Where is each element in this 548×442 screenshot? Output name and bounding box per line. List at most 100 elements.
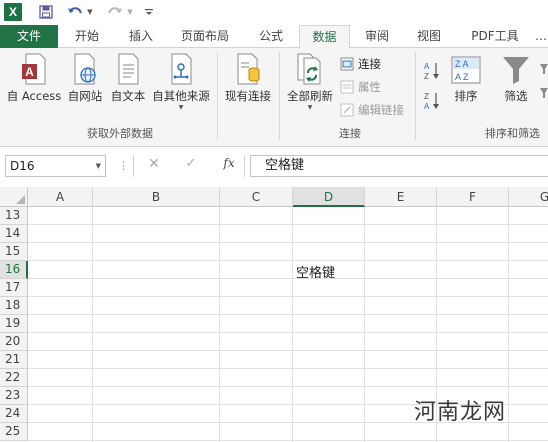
refresh-all-label: 全部刷新 [287,89,333,103]
chevron-down-icon[interactable]: ▼ [96,156,101,176]
row-header-18[interactable]: 18 [0,297,28,315]
enter-check-icon[interactable]: ✓ [183,156,199,174]
from-other-sources-label: 自其他来源 [152,89,210,103]
excel-logo-icon[interactable]: X [4,3,22,21]
gridline [28,260,548,261]
name-box[interactable]: D16 ▼ [5,155,106,177]
row-header-15[interactable]: 15 [0,243,28,261]
row-header-14[interactable]: 14 [0,225,28,243]
undo-icon[interactable] [66,3,84,21]
from-access-label: 自 Access [6,89,62,103]
filter-label: 筛选 [504,89,528,103]
divider [133,155,134,177]
column-header-g[interactable]: G [509,187,548,207]
undo-dropdown-icon[interactable]: ▼ [86,3,94,21]
text-file-icon [118,53,139,85]
from-other-sources-button[interactable]: 自其他来源 ▼ [150,53,212,112]
column-header-b[interactable]: B [93,187,220,207]
row-header-21[interactable]: 21 [0,351,28,369]
select-all-triangle-icon [16,195,25,204]
existing-connections-button[interactable]: 现有连接 [221,53,275,104]
row-header-13[interactable]: 13 [0,207,28,225]
redo-dropdown-icon[interactable]: ▼ [126,3,134,21]
insert-function-icon[interactable]: fx [220,156,238,174]
row-header-24[interactable]: 24 [0,405,28,423]
divider [244,155,245,177]
resize-handle-icon[interactable]: ⋮ [118,159,129,172]
edit-links-label: 编辑链接 [358,103,404,117]
gridline [219,207,220,442]
ribbon-data: A 自 Access 自网站 自文本 自其他来源 ▼ 获取外部数据 现有连接 全… [0,48,548,147]
row-header-16[interactable]: 16 [0,261,28,279]
from-access-button[interactable]: A 自 Access [5,53,63,104]
row-header-23[interactable]: 23 [0,387,28,405]
filter-button[interactable]: 筛选 [496,53,536,104]
svg-text:A: A [424,62,430,71]
gridline [28,242,548,243]
clear-filter-button[interactable] [540,60,548,78]
from-web-button[interactable]: 自网站 [64,53,106,104]
clear-filter-icon [540,64,548,74]
edit-links-icon [340,103,354,117]
sort-label: 排序 [454,89,478,103]
sort-dialog-icon: Z A A Z [451,56,481,84]
row-header-22[interactable]: 22 [0,369,28,387]
row-header-19[interactable]: 19 [0,315,28,333]
gridline [28,440,548,441]
tab-overflow: … [535,29,547,43]
access-file-icon: A [22,53,46,85]
column-header-f[interactable]: F [437,187,509,207]
row-header-20[interactable]: 20 [0,333,28,351]
group-separator [217,52,218,140]
svg-text:A: A [25,65,34,79]
save-icon[interactable] [38,3,54,21]
formula-input[interactable]: 空格键 [250,155,548,177]
sort-button[interactable]: Z A A Z 排序 [448,53,484,104]
sort-az-icon: A Z [424,62,439,81]
tab-review[interactable]: 审阅 [354,25,400,48]
from-text-button[interactable]: 自文本 [107,53,149,104]
customize-qat-icon[interactable] [144,3,154,21]
sort-descending-button[interactable]: Z A [424,92,444,111]
refresh-icon [297,53,321,85]
column-header-e[interactable]: E [365,187,437,207]
from-web-label: 自网站 [67,89,103,103]
web-file-icon [74,53,96,85]
connections-button[interactable]: 连接 [340,55,381,73]
svg-text:Z: Z [424,72,429,81]
filter-funnel-icon [503,57,529,84]
cell-d16[interactable]: 空格键 [296,262,335,281]
gridline [364,207,365,442]
column-header-a[interactable]: A [28,187,93,207]
column-header-c[interactable]: C [220,187,293,207]
tab-pdf-tools[interactable]: PDF工具 [464,25,526,48]
worksheet-grid[interactable]: A B C D E F G 13 14 15 16 17 18 19 20 21… [0,187,548,442]
cancel-icon[interactable]: ✕ [146,156,162,174]
column-header-d[interactable]: D [293,187,365,207]
group-label-get-external: 获取外部数据 [87,127,153,140]
reapply-filter-button[interactable] [540,84,548,102]
tab-data[interactable]: 数据 [299,25,350,49]
group-label-sort-filter: 排序和筛选 [485,127,540,140]
reapply-filter-icon [540,88,548,98]
tab-file[interactable]: 文件 [0,25,58,48]
select-all-button[interactable] [0,187,28,207]
tab-insert[interactable]: 插入 [118,25,164,48]
refresh-all-button[interactable]: 全部刷新 ▼ [284,53,336,112]
properties-label: 属性 [358,80,381,94]
gridline [292,207,293,442]
tab-page-layout[interactable]: 页面布局 [172,25,238,48]
tab-home[interactable]: 开始 [64,25,110,48]
chevron-down-icon: ▼ [178,104,184,111]
gridline [28,296,548,297]
tab-view[interactable]: 视图 [406,25,452,48]
tab-formulas[interactable]: 公式 [248,25,294,48]
row-header-17[interactable]: 17 [0,279,28,297]
ribbon-tabs: 文件 开始 插入 页面布局 公式 数据 审阅 视图 PDF工具 … [0,25,548,49]
redo-icon[interactable] [106,3,124,21]
quick-access-toolbar: X ▼ ▼ [0,0,548,25]
other-sources-icon [171,53,192,85]
gridline [508,207,509,442]
sort-ascending-button[interactable]: A Z [424,62,444,81]
row-header-25[interactable]: 25 [0,423,28,441]
